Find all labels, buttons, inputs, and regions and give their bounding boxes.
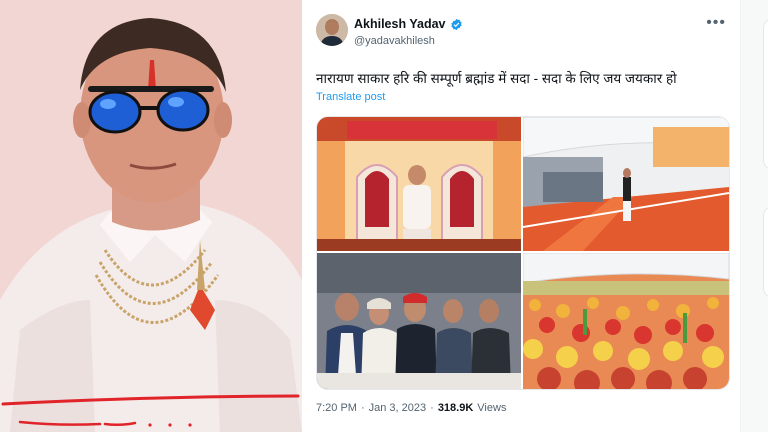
meta-separator: · xyxy=(360,402,365,414)
display-name[interactable]: Akhilesh Yadav xyxy=(354,17,446,31)
tweet-meta: 7:20 PM · Jan 3, 2023 · 318.9K Views xyxy=(316,402,506,414)
views-count[interactable]: 318.9K xyxy=(438,402,473,414)
person-photo xyxy=(0,0,302,432)
more-options-icon[interactable]: ••• xyxy=(706,15,726,31)
media-photo-crowd[interactable] xyxy=(523,253,729,389)
tweet-text: नारायण साकार हरि की सम्पूर्ण ब्रह्मांड म… xyxy=(316,71,677,86)
sidebar-card xyxy=(763,18,768,170)
person-photo-illustration xyxy=(0,0,302,432)
display-name-row[interactable]: Akhilesh Yadav xyxy=(354,17,463,31)
dignitaries-photo-illustration xyxy=(317,253,521,389)
avatar[interactable] xyxy=(316,14,348,46)
media-photo-tent[interactable] xyxy=(523,117,729,251)
user-handle[interactable]: @yadavakhilesh xyxy=(354,35,435,47)
media-photo-stage[interactable] xyxy=(317,117,521,251)
views-label: Views xyxy=(477,402,507,414)
tweet-time[interactable]: 7:20 PM xyxy=(316,402,357,414)
translate-post-link[interactable]: Translate post xyxy=(316,91,385,103)
avatar-image xyxy=(316,14,348,46)
verified-badge-icon xyxy=(450,18,462,30)
media-grid xyxy=(316,116,730,390)
crowd-photo-illustration xyxy=(523,253,729,389)
sidebar-card xyxy=(763,206,768,298)
tweet-date[interactable]: Jan 3, 2023 xyxy=(369,402,427,414)
meta-separator: · xyxy=(430,402,434,414)
right-sidebar-edge xyxy=(740,0,768,432)
tent-photo-illustration xyxy=(523,117,729,251)
tweet-card: Akhilesh Yadav @yadavakhilesh ••• नारायण… xyxy=(302,0,740,432)
stage-photo-illustration xyxy=(317,117,521,251)
media-photo-dignitaries[interactable] xyxy=(317,253,521,389)
